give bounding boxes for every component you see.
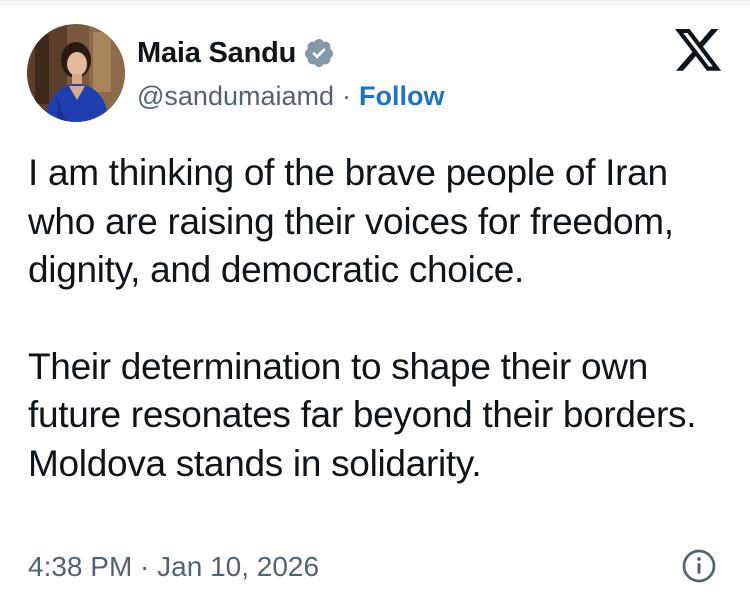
- tweet-timestamp[interactable]: 4:38 PM · Jan 10, 2026: [28, 549, 319, 585]
- tweet-text: I am thinking of the brave people of Ira…: [28, 149, 728, 488]
- author-handle[interactable]: @sandumaiamd: [137, 81, 334, 112]
- tweet-paragraph: Their determination to shape their own f…: [28, 345, 697, 484]
- info-icon[interactable]: [681, 548, 717, 584]
- x-logo-icon[interactable]: [672, 29, 724, 75]
- tweet-card: Maia Sandu @sandumaiamd · Follow I am th…: [0, 0, 750, 599]
- avatar[interactable]: [27, 24, 125, 122]
- top-shadow: [0, 1, 750, 11]
- avatar-image: [27, 24, 125, 122]
- separator-dot: ·: [342, 80, 352, 111]
- author-handle-row: @sandumaiamd · Follow: [137, 78, 445, 114]
- follow-button[interactable]: Follow: [359, 81, 444, 112]
- tweet-paragraph: I am thinking of the brave people of Ira…: [28, 152, 674, 290]
- author-display-name[interactable]: Maia Sandu: [137, 37, 296, 70]
- verified-badge-icon: [303, 37, 335, 69]
- author-name-row: Maia Sandu: [137, 35, 335, 71]
